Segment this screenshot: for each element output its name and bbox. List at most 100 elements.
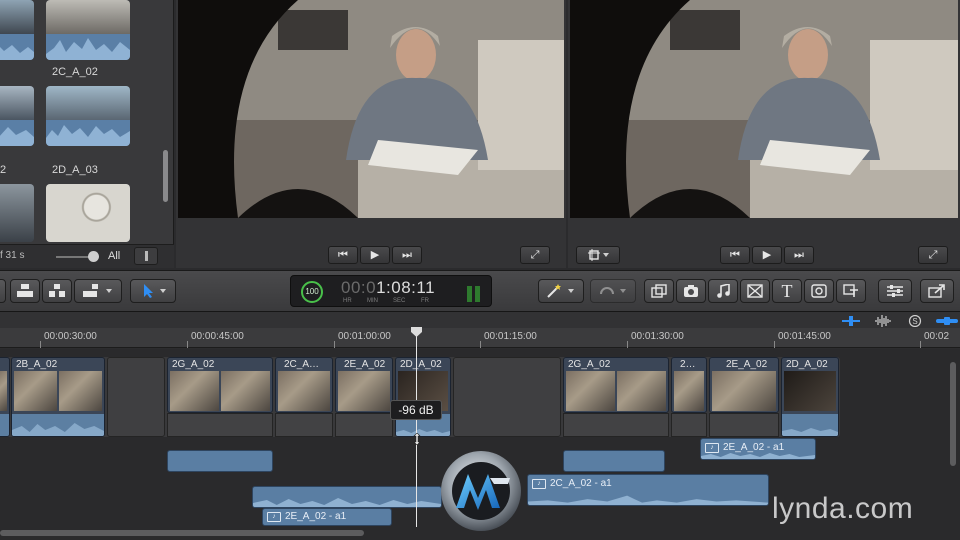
next-edit-button[interactable]: ⏭ [392,246,422,264]
connected-audio-clip[interactable]: ♪ 2E_A_02 - a1 [262,508,392,526]
clip-audio-waveform [12,414,104,436]
timeline-horizontal-scrollbar[interactable] [0,530,364,536]
play-button[interactable]: ▶ [752,246,782,264]
previous-edit-button[interactable]: ⏮ [720,246,750,264]
timeline-clip[interactable]: 2E_A_02 [335,357,393,413]
toolbar-edge-button[interactable] [0,279,6,303]
timeline-clip[interactable]: 2B_A_02 [11,357,105,437]
audio-clip-name: 2C_A_02 - a1 [550,478,612,489]
fullscreen-button[interactable]: ⤢ [520,246,550,264]
clip-audio-area [671,413,707,437]
connected-audio-clip[interactable]: ♪ 2C_A_02 - a1 [527,474,769,506]
retime-button[interactable] [590,279,636,303]
themes-icon [843,284,858,297]
play-button[interactable]: ▶ [360,246,390,264]
timeline-clip[interactable]: 2G_A_02 [167,357,273,413]
project-viewer-controls: ⏮ ▶ ⏭ ⤢ [568,240,960,268]
append-clip-button[interactable] [74,279,122,303]
project-viewer-frame [570,0,958,218]
media-browser-icon [651,284,667,298]
fullscreen-button[interactable]: ⤢ [918,246,948,264]
titles-browser-button[interactable]: T [772,279,802,303]
solo-button[interactable]: S [906,314,924,328]
timeline-clip[interactable]: 2C_A… [275,357,333,413]
connect-clip-button[interactable] [10,279,40,303]
browser-clip[interactable] [46,0,130,60]
insert-clip-button[interactable] [42,279,72,303]
browser-clip-label: 2C_A_02 [52,66,98,78]
list-view-toggle[interactable] [134,247,158,265]
audio-waveform-toggle[interactable] [874,314,892,327]
browser-clip[interactable] [46,86,130,146]
timecode-unit: FR [421,298,429,304]
connected-audio-clip[interactable] [252,486,442,508]
clip-zoom-knob[interactable] [88,251,99,262]
ruler-label: 00:01:30:00 [631,331,684,342]
browser-scrollbar[interactable] [163,150,168,202]
music-browser-button[interactable] [708,279,738,303]
share-button[interactable] [920,279,954,303]
transitions-browser-button[interactable] [740,279,770,303]
ruler-label: 00:01:15:00 [484,331,537,342]
sliders-icon [887,285,903,297]
browser-clip[interactable] [0,0,34,60]
themes-browser-button[interactable] [836,279,866,303]
clip-appearance-button[interactable] [842,314,860,326]
previous-edit-button[interactable]: ⏮ [328,246,358,264]
ruler-label: 00:01:45:00 [778,331,831,342]
retime-icon [600,287,626,295]
connected-audio-clip[interactable] [167,450,273,472]
timeline-clip[interactable]: 2D_A_02 [781,357,839,437]
browser-clip-label: 2D_A_03 [52,164,98,176]
ruler-tick [40,341,41,348]
browser-clip[interactable] [46,184,130,242]
toolbar: 100 00:01:08:11 HR MIN SEC FR T [0,270,960,312]
dashboard-timecode[interactable]: 100 00:01:08:11 HR MIN SEC FR [290,275,492,307]
next-edit-button[interactable]: ⏭ [784,246,814,264]
clip-audio-area [563,413,669,437]
snapping-button[interactable] [936,314,958,326]
timeline-clip[interactable]: 2G_A_02 [563,357,669,413]
select-tool-button[interactable] [130,279,176,303]
overlay-logo-icon [438,448,524,534]
event-viewer-frame [178,0,564,218]
timeline-clip-selected[interactable]: 2D_A_02 [395,357,451,437]
clip-filmstrip [712,371,776,411]
generators-browser-button[interactable] [804,279,834,303]
connected-audio-clip[interactable] [563,450,665,472]
gap-clip[interactable] [107,357,165,437]
clip-filmstrip [784,371,836,411]
browser-clip[interactable] [0,86,34,146]
browser-footer: f 31 s All [0,244,174,268]
browser-clip[interactable] [0,184,34,242]
background-task-indicator[interactable]: 100 [301,281,323,303]
timecode-unit: MIN [367,298,378,304]
inspector-button[interactable] [878,279,912,303]
timeline-clip[interactable]: 2… [671,357,707,413]
resize-cursor-icon [411,432,423,446]
timeline-ruler[interactable]: 00:00:30:00 00:00:45:00 00:01:00:00 00:0… [0,328,960,348]
timeline-clip[interactable]: 2E_A_02 [709,357,779,413]
event-viewer: ⏮ ▶ ⏭ ⤢ [176,0,566,268]
transition-icon [747,284,763,298]
timeline-vertical-scrollbar[interactable] [950,362,956,466]
browser-toggle-button[interactable] [644,279,674,303]
audio-meter-right[interactable] [475,286,480,302]
clip-filmstrip [338,371,390,411]
ruler-tick [480,341,481,348]
transform-menu-button[interactable] [576,246,620,264]
clip-name: 2D_A_02 [400,359,442,370]
transform-icon [588,249,609,261]
connected-audio-clip[interactable]: ♪ 2E_A_02 - a1 [700,438,816,460]
photo-browser-button[interactable] [676,279,706,303]
gap-clip[interactable] [453,357,561,437]
share-icon [928,284,945,298]
svg-text:S: S [912,317,917,326]
enhancements-button[interactable] [538,279,584,303]
ruler-tick [627,341,628,348]
timeline-clip[interactable] [0,357,10,437]
insert-clip-icon [49,284,65,297]
clip-name: 2D_A_02 [786,359,828,370]
playhead[interactable] [416,327,417,527]
audio-meter-left[interactable] [467,286,472,302]
